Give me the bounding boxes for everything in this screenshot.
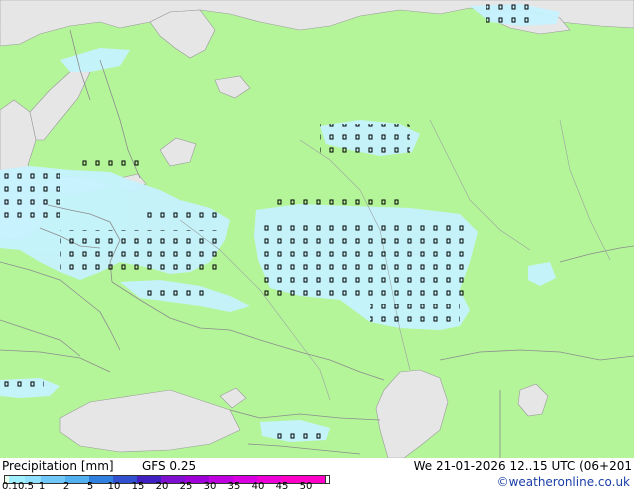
model-label: GFS 0.25 [142, 459, 197, 473]
legend-scale-label: 0.1 [2, 481, 18, 492]
legend-title: Precipitation [mm] [2, 459, 114, 473]
legend-scale-label: 15 [131, 481, 145, 492]
map-footer: Precipitation [mm] GFS 0.25 We 21-01-202… [0, 458, 634, 492]
legend-scale-label: 0.5 [18, 481, 34, 492]
legend-scale-label: 20 [155, 481, 169, 492]
legend-scale-label: 25 [179, 481, 193, 492]
legend-scale-label: 5 [86, 481, 94, 492]
precipitation-map [0, 0, 634, 458]
legend-scale-label: 10 [107, 481, 121, 492]
legend-scale-label: 50 [299, 481, 313, 492]
legend-scale-label: 2 [62, 481, 70, 492]
valid-time: We 21-01-2026 12..15 UTC (06+201 [413, 459, 632, 473]
legend-scale-label: 45 [275, 481, 289, 492]
legend-scale-label: 40 [251, 481, 265, 492]
legend-scale-label: 1 [38, 481, 46, 492]
map-canvas [0, 0, 634, 458]
legend-scale-label: 30 [203, 481, 217, 492]
credit-link[interactable]: ©weatheronline.co.uk [497, 475, 630, 489]
legend-scale-label: 35 [227, 481, 241, 492]
